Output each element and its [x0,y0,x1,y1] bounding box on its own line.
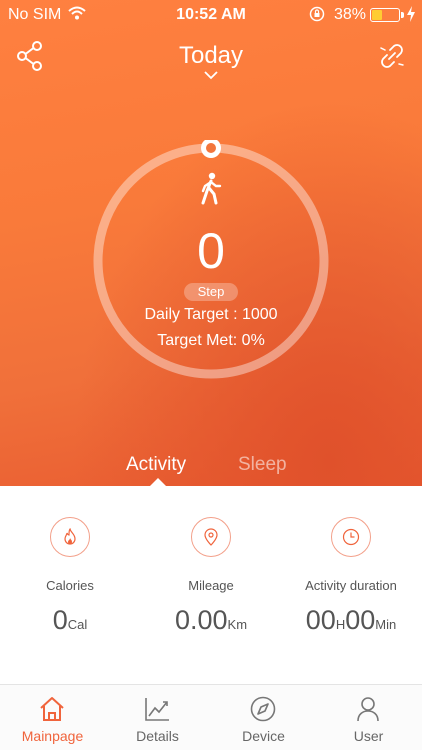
mileage-icon-circle [191,517,231,557]
home-icon [40,697,64,721]
location-pin-icon [204,528,218,546]
nav-details[interactable]: Details [105,685,210,750]
duration-icon-circle [331,517,371,557]
calories-icon-circle [50,517,90,557]
nav-device-label: Device [242,728,285,744]
calories-stat: Calories 0Cal [0,517,140,636]
hero-panel: No SIM 10:52 AM 38% Today 0 Step Daily T… [0,0,422,486]
target-met-text: Target Met: 0% [157,332,265,349]
duration-minutes: 00 [345,605,376,635]
charging-icon [406,6,416,27]
battery-percent: 38% [334,6,367,23]
tab-sleep[interactable]: Sleep [238,454,287,476]
calories-number: 0 [52,605,68,635]
rotation-lock-icon [309,6,325,27]
battery-icon [370,8,404,22]
duration-minutes-unit: Min [375,617,397,632]
mileage-stat: Mileage 0.00Km [141,517,281,636]
nav-user-label: User [353,728,384,744]
duration-hours-unit: H [335,617,346,632]
chart-icon [145,698,169,721]
tab-activity[interactable]: Activity [126,454,186,476]
unlink-icon[interactable] [378,42,406,70]
daily-target-text: Daily Target : 1000 [144,306,278,323]
clock-icon [342,528,360,546]
calories-label: Calories [46,578,94,593]
nav-details-label: Details [136,728,179,744]
mileage-label: Mileage [188,578,234,593]
user-icon [357,697,379,722]
mileage-unit: Km [227,617,248,632]
duration-label: Activity duration [305,578,397,593]
steps-count: 0 [197,223,225,279]
status-bar: No SIM 10:52 AM 38% [0,0,422,30]
compass-icon [250,696,276,722]
battery-level [372,10,382,20]
page-title[interactable]: Today [0,42,422,70]
nav-mainpage-label: Mainpage [21,728,84,744]
walking-person-icon [201,172,222,205]
nav-user[interactable]: User [316,685,421,750]
active-tab-indicator [150,478,166,486]
calories-value: 0Cal [0,605,140,636]
flame-icon [64,528,76,545]
mileage-value: 0.00Km [141,605,281,636]
duration-value: 00H00Min [281,605,421,636]
activity-duration-stat: Activity duration 00H00Min [281,517,421,636]
mileage-number: 0.00 [174,605,228,635]
bottom-tab-bar: Mainpage Details Device User [0,684,422,750]
step-unit-badge: Step [184,283,238,301]
duration-hours: 00 [305,605,336,635]
calories-unit: Cal [67,617,88,632]
nav-mainpage[interactable]: Mainpage [0,685,105,750]
nav-device[interactable]: Device [211,685,316,750]
chevron-down-icon[interactable] [202,70,220,80]
